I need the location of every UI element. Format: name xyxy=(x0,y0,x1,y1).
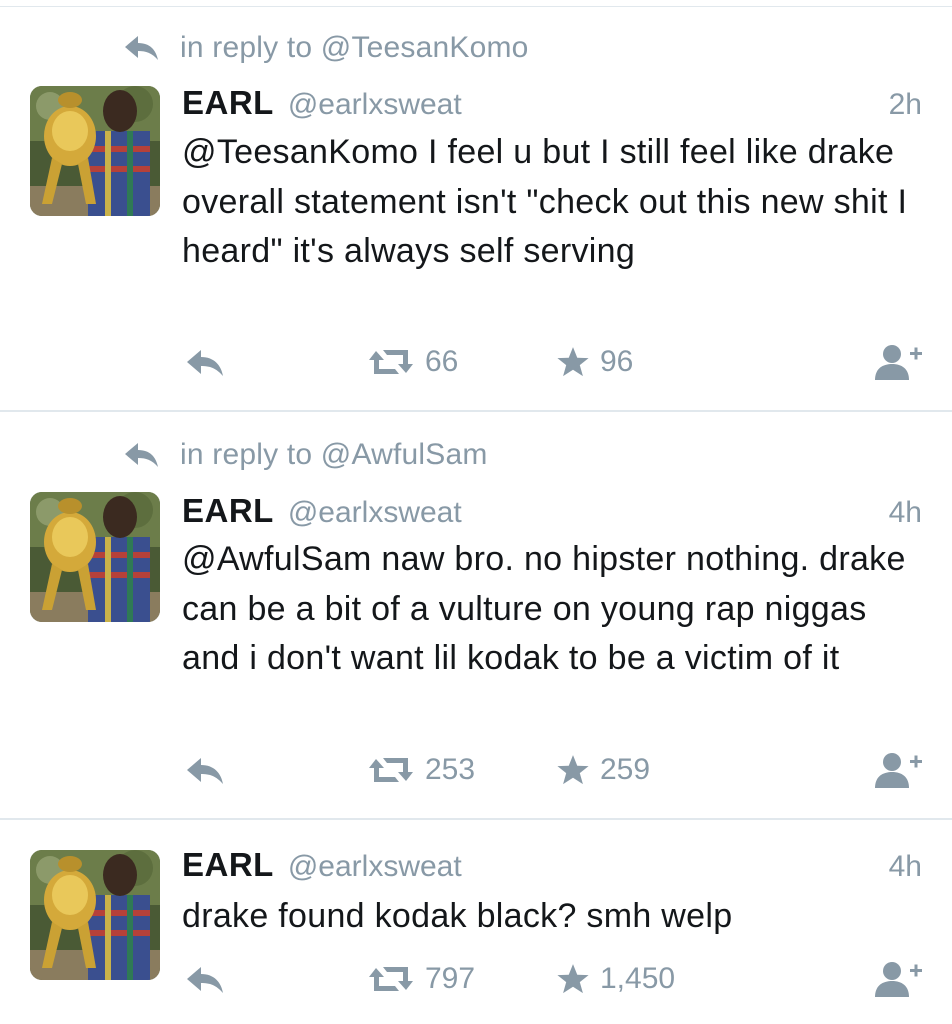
tweet-header: EARL @earlxsweat 4h xyxy=(182,846,922,886)
tweet-text: @TeesanKomo I feel u but I still feel li… xyxy=(182,133,908,270)
like-button[interactable]: 259 xyxy=(556,748,650,792)
like-button[interactable]: 96 xyxy=(556,340,633,384)
like-count: 1,450 xyxy=(600,962,676,995)
retweet-button[interactable]: 797 xyxy=(367,957,475,1001)
retweet-icon xyxy=(367,964,415,994)
reply-icon xyxy=(184,347,226,377)
star-icon xyxy=(556,345,590,379)
tweet-2[interactable]: in reply to @AwfulSam EARL @earlxsweat 4… xyxy=(0,412,952,818)
tweet-header: EARL @earlxsweat 4h xyxy=(182,492,922,532)
retweet-count: 253 xyxy=(425,753,476,786)
timestamp[interactable]: 4h xyxy=(889,496,922,530)
username[interactable]: @earlxsweat xyxy=(288,850,462,884)
follow-icon xyxy=(872,959,924,999)
reply-arrow-icon xyxy=(122,440,162,470)
star-icon xyxy=(556,962,590,996)
retweet-count: 797 xyxy=(425,962,476,995)
reply-context-text: in reply to @AwfulSam xyxy=(180,438,488,471)
follow-icon xyxy=(872,342,924,382)
tweet-1[interactable]: in reply to @TeesanKomo EARL @earlxsweat… xyxy=(0,0,952,411)
retweet-icon xyxy=(367,755,415,785)
follow-button[interactable] xyxy=(872,340,924,384)
tweet-actions: 66 96 xyxy=(0,340,952,384)
star-icon xyxy=(556,753,590,787)
reply-icon xyxy=(184,964,226,994)
like-count: 96 xyxy=(600,345,634,378)
follow-icon xyxy=(872,750,924,790)
reply-context[interactable]: in reply to @AwfulSam xyxy=(122,437,488,473)
reply-button[interactable] xyxy=(184,957,226,1001)
reply-icon xyxy=(184,755,226,785)
reply-arrow-icon xyxy=(122,33,162,63)
like-button[interactable]: 1,450 xyxy=(556,957,675,1001)
retweet-button[interactable]: 66 xyxy=(367,340,458,384)
display-name[interactable]: EARL xyxy=(182,492,274,530)
tweet-text: drake found kodak black? smh welp xyxy=(182,897,733,935)
avatar[interactable] xyxy=(30,86,160,216)
tweet-text: @AwfulSam naw bro. no hipster nothing. d… xyxy=(182,540,906,677)
like-count: 259 xyxy=(600,753,651,786)
username[interactable]: @earlxsweat xyxy=(288,88,462,122)
reply-button[interactable] xyxy=(184,748,226,792)
retweet-button[interactable]: 253 xyxy=(367,748,475,792)
display-name[interactable]: EARL xyxy=(182,84,274,122)
avatar[interactable] xyxy=(30,492,160,622)
display-name[interactable]: EARL xyxy=(182,846,274,884)
retweet-icon xyxy=(367,347,415,377)
tweet-actions: 797 1,450 xyxy=(0,957,952,1001)
reply-context[interactable]: in reply to @TeesanKomo xyxy=(122,30,529,66)
retweet-count: 66 xyxy=(425,345,459,378)
tweet-actions: 253 259 xyxy=(0,748,952,792)
follow-button[interactable] xyxy=(872,748,924,792)
timestamp[interactable]: 2h xyxy=(889,88,922,122)
username[interactable]: @earlxsweat xyxy=(288,496,462,530)
timestamp[interactable]: 4h xyxy=(889,850,922,884)
follow-button[interactable] xyxy=(872,957,924,1001)
tweet-header: EARL @earlxsweat 2h xyxy=(182,84,922,124)
reply-context-text: in reply to @TeesanKomo xyxy=(180,31,529,64)
tweet-3[interactable]: EARL @earlxsweat 4h drake found kodak bl… xyxy=(0,820,952,1024)
reply-button[interactable] xyxy=(184,340,226,384)
